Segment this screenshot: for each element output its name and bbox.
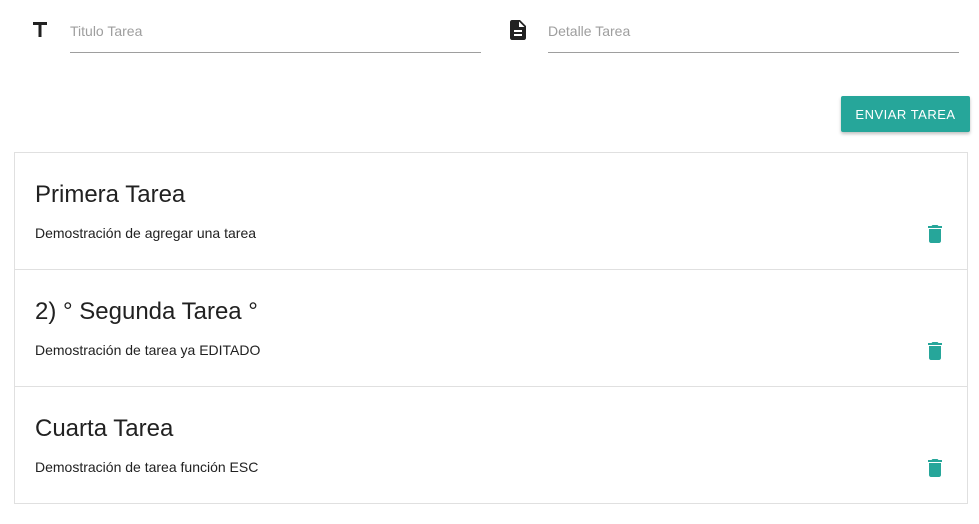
title-field [70,18,481,53]
delete-icon [928,342,942,360]
delete-icon [928,459,942,477]
delete-task-button[interactable] [923,339,947,363]
delete-task-button[interactable] [923,456,947,480]
title-icon [28,18,52,42]
title-input[interactable] [70,18,481,44]
task-item: 2) ° Segunda Tarea ° Demostración de tar… [15,270,967,387]
delete-icon [928,225,942,243]
send-task-button[interactable]: ENVIAR TAREA [841,96,970,132]
task-title: Primera Tarea [35,181,186,208]
task-detail: Demostración de agregar una tarea [35,225,257,241]
task-detail: Demostración de tarea ya EDITADO [35,342,261,358]
task-item: Primera Tarea Demostración de agregar un… [15,153,967,270]
task-detail: Demostración de tarea función ESC [35,459,259,475]
task-app: ENVIAR TAREA Primera Tarea Demostración … [0,0,979,524]
delete-task-button[interactable] [923,222,947,246]
detail-input[interactable] [548,18,959,44]
task-title: Cuarta Tarea [35,415,174,442]
task-form [0,0,979,80]
detail-field [548,18,959,53]
description-icon [506,18,530,42]
task-list: Primera Tarea Demostración de agregar un… [14,152,968,504]
task-item: Cuarta Tarea Demostración de tarea funci… [15,387,967,503]
task-title: 2) ° Segunda Tarea ° [35,298,258,325]
